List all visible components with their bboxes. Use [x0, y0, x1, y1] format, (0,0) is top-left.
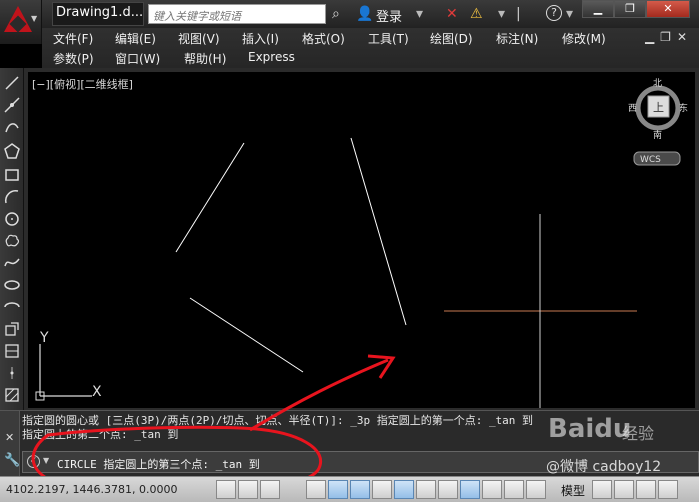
viewcube-south-label[interactable]: 南	[653, 129, 662, 141]
make-block-tool-icon[interactable]	[3, 342, 21, 360]
user-icon[interactable]: 👤	[356, 5, 373, 23]
polyline-tool-icon[interactable]	[3, 118, 21, 136]
grid-display-button[interactable]	[260, 480, 280, 499]
transparency-button[interactable]	[482, 480, 502, 499]
circle-tool-icon[interactable]	[3, 210, 21, 228]
snap-mode-button[interactable]	[238, 480, 258, 499]
menu-format[interactable]: 格式(O)	[302, 30, 345, 47]
layout-button[interactable]	[592, 480, 612, 499]
communication-center-icon[interactable]: ⚠	[470, 5, 483, 23]
chevron-down-icon[interactable]: ▾	[416, 5, 423, 23]
drawn-line[interactable]	[350, 137, 407, 326]
command-line-handle[interactable]: ✕ 🔧	[0, 411, 20, 477]
document-window-controls[interactable]: ▁❐✕	[645, 30, 693, 44]
coordinates-readout[interactable]: 4102.2197, 1446.3781, 0.0000	[6, 483, 177, 496]
separator-icon: |	[516, 6, 521, 22]
annotation-scale-button[interactable]	[636, 480, 656, 499]
polygon-tool-icon[interactable]	[3, 142, 21, 160]
menu-tools[interactable]: 工具(T)	[368, 30, 409, 47]
login-button[interactable]: 登录	[376, 6, 402, 25]
drawn-line[interactable]	[175, 142, 245, 253]
command-history-line: 指定圆上的第二个点: _tan 到	[22, 428, 179, 441]
clean-screen-button[interactable]	[658, 480, 678, 499]
baidu-watermark: Baidu	[548, 414, 632, 444]
menu-insert[interactable]: 插入(I)	[242, 30, 279, 47]
search-input[interactable]: 键入关键字或短语	[148, 4, 326, 24]
exchange-icon[interactable]: ✕	[446, 5, 458, 23]
point-tool-icon[interactable]	[3, 364, 21, 382]
menu-view[interactable]: 视图(V)	[178, 30, 220, 47]
menu-parametric[interactable]: 参数(P)	[53, 50, 94, 67]
ellipse-arc-tool-icon[interactable]	[3, 298, 21, 316]
workspace-button[interactable]	[614, 480, 634, 499]
dynamic-input-button[interactable]	[438, 480, 458, 499]
menu-draw[interactable]: 绘图(D)	[430, 30, 473, 47]
drawn-line[interactable]	[189, 297, 304, 373]
rectangle-tool-icon[interactable]	[3, 166, 21, 184]
status-bar: 4102.2197, 1446.3781, 0.0000 模型	[0, 476, 699, 502]
menu-window[interactable]: 窗口(W)	[115, 50, 160, 67]
chevron-down-icon[interactable]: ▾	[498, 5, 505, 23]
chevron-down-icon: ▼	[31, 14, 38, 23]
application-menu-button[interactable]: ▼	[0, 0, 42, 44]
insert-block-tool-icon[interactable]	[3, 320, 21, 338]
document-title: Drawing1.d...	[52, 2, 144, 26]
3d-object-snap-button[interactable]	[372, 480, 392, 499]
viewcube-top-face-label[interactable]: 上	[653, 101, 664, 114]
viewport-controls-label[interactable]: [−][俯视][二维线框]	[32, 76, 133, 92]
model-space-button[interactable]: 模型	[561, 482, 585, 499]
selection-cycling-button[interactable]	[526, 480, 546, 499]
jingyan-watermark: 经验	[622, 424, 655, 443]
construction-line-tool-icon[interactable]	[3, 96, 21, 114]
menu-modify[interactable]: 修改(M)	[562, 30, 606, 47]
chevron-down-icon[interactable]: ▼	[43, 456, 49, 465]
restore-button[interactable]: ❐	[614, 0, 646, 18]
close-button[interactable]: ✕	[646, 0, 690, 18]
wrench-icon[interactable]: 🔧	[4, 453, 20, 468]
command-history: 指定圆的圆心或 [三点(3P)/两点(2P)/切点、切点、半径(T)]: _3p…	[22, 414, 533, 442]
menu-edit[interactable]: 编辑(E)	[115, 30, 156, 47]
menu-file[interactable]: 文件(F)	[53, 30, 93, 47]
arc-tool-icon[interactable]	[3, 188, 21, 206]
spline-tool-icon[interactable]	[3, 254, 21, 272]
minimize-button[interactable]: ▁	[582, 0, 614, 18]
hatch-tool-icon[interactable]	[3, 386, 21, 404]
ucs-x-label: X	[92, 384, 102, 400]
ucs-icon	[35, 344, 92, 401]
weibo-watermark: @微博 cadboy12	[546, 459, 662, 475]
object-snap-tracking-button[interactable]	[394, 480, 414, 499]
command-history-line: 指定圆的圆心或 [三点(3P)/两点(2P)/切点、切点、半径(T)]: _3p…	[22, 414, 534, 427]
draw-toolbar	[0, 68, 24, 410]
infer-constraints-button[interactable]	[216, 480, 236, 499]
ucs-y-label: Y	[39, 330, 49, 346]
viewcube-north-label[interactable]: 北	[653, 78, 662, 89]
ellipse-tool-icon[interactable]	[3, 276, 21, 294]
menu-help[interactable]: 帮助(H)	[184, 50, 226, 67]
ortho-mode-button[interactable]	[306, 480, 326, 499]
quick-properties-button[interactable]	[504, 480, 524, 499]
object-snap-button[interactable]	[350, 480, 370, 499]
viewcube-west-label[interactable]: 西	[628, 103, 637, 114]
menu-express[interactable]: Express	[248, 50, 295, 64]
help-icon[interactable]: ?	[546, 5, 562, 21]
menu-bar: 文件(F) 编辑(E) 视图(V) 插入(I) 格式(O) 工具(T) 绘图(D…	[42, 28, 699, 68]
window-controls: ▁ ❐ ✕	[582, 0, 690, 22]
chevron-down-icon[interactable]: ▾	[566, 5, 573, 23]
lineweight-button[interactable]	[460, 480, 480, 499]
menu-dimension[interactable]: 标注(N)	[496, 30, 538, 47]
title-bar: ▼ Drawing1.d... 键入关键字或短语 ⌕ 👤 登录 ▾ ✕ ⚠ ▾ …	[0, 0, 699, 44]
line-tool-icon[interactable]	[3, 74, 21, 92]
revision-cloud-tool-icon[interactable]	[3, 232, 21, 250]
close-icon[interactable]: ✕	[5, 431, 14, 444]
wcs-label: WCS	[640, 155, 661, 165]
polar-tracking-button[interactable]	[328, 480, 348, 499]
viewcube-east-label[interactable]: 东	[679, 102, 688, 114]
recent-commands-icon[interactable]: ✓	[27, 455, 40, 468]
command-input-text: CIRCLE 指定圆上的第三个点: _tan 到	[57, 458, 260, 471]
drawing-canvas[interactable]: Y X 北 南 西 东 上 WCS	[28, 72, 695, 408]
binoculars-icon[interactable]: ⌕	[332, 5, 340, 23]
dynamic-ucs-button[interactable]	[416, 480, 436, 499]
